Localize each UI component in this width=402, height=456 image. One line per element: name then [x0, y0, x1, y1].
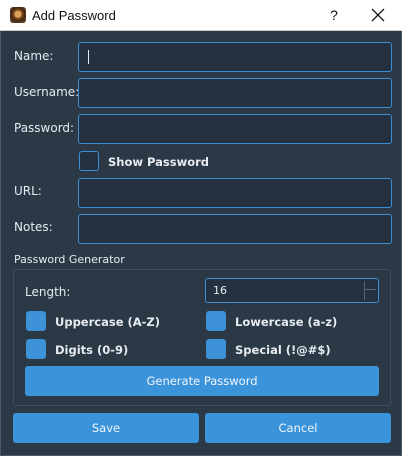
text-caret	[88, 50, 89, 64]
show-password-label: Show Password	[108, 155, 209, 169]
password-input[interactable]	[78, 114, 392, 144]
digits-label: Digits (0-9)	[55, 343, 129, 357]
lowercase-checkbox[interactable]	[206, 311, 226, 331]
url-input[interactable]	[78, 178, 392, 208]
special-label: Special (!@#$)	[235, 343, 331, 357]
username-input[interactable]	[78, 78, 392, 108]
uppercase-checkbox[interactable]	[26, 311, 46, 331]
generator-section-title: Password Generator	[14, 253, 125, 266]
help-button[interactable]: ?	[322, 5, 346, 25]
close-icon	[371, 8, 385, 22]
save-button[interactable]: Save	[13, 413, 199, 443]
app-icon	[10, 7, 26, 23]
length-spinbox[interactable]: 16	[205, 278, 379, 303]
uppercase-label: Uppercase (A-Z)	[55, 315, 161, 329]
url-label: URL:	[14, 184, 42, 198]
length-label: Length:	[25, 285, 71, 299]
spin-buttons	[364, 281, 376, 300]
spin-down-button[interactable]	[365, 291, 376, 300]
title-bar: Add Password ?	[0, 0, 402, 31]
digits-checkbox[interactable]	[26, 339, 46, 359]
password-label: Password:	[14, 121, 75, 135]
spin-up-button[interactable]	[365, 281, 376, 290]
cancel-button[interactable]: Cancel	[205, 413, 391, 443]
special-checkbox[interactable]	[206, 339, 226, 359]
name-label: Name:	[14, 49, 54, 63]
generate-password-button[interactable]: Generate Password	[25, 366, 379, 396]
length-value: 16	[213, 284, 227, 297]
name-input[interactable]	[78, 42, 392, 72]
show-password-checkbox[interactable]	[79, 151, 99, 171]
window-title: Add Password	[32, 8, 116, 23]
username-label: Username:	[14, 85, 80, 99]
notes-input[interactable]	[78, 214, 392, 244]
close-button[interactable]	[366, 5, 390, 25]
lowercase-label: Lowercase (a-z)	[235, 315, 338, 329]
notes-label: Notes:	[14, 220, 53, 234]
